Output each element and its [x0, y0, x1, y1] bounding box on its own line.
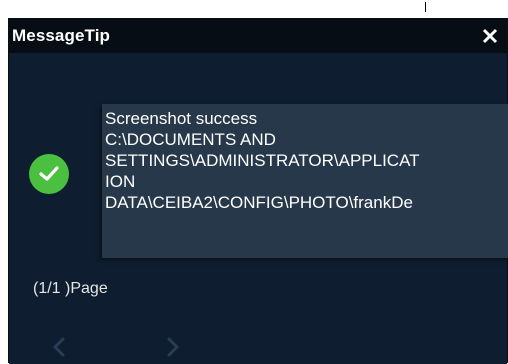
message-box: Screenshot success C:\DOCUMENTS AND SETT…	[102, 104, 508, 258]
message-text: Screenshot success C:\DOCUMENTS AND SETT…	[105, 108, 505, 213]
window-edge-mark	[425, 2, 426, 12]
close-button[interactable]	[473, 19, 507, 53]
page-indicator: (1/1 )Page	[33, 280, 108, 297]
close-icon	[482, 28, 498, 44]
dialog-content: Screenshot success C:\DOCUMENTS AND SETT…	[9, 53, 508, 364]
message-line: ION	[105, 172, 136, 191]
message-line: C:\DOCUMENTS AND	[105, 130, 276, 149]
next-page-button[interactable]	[161, 335, 185, 359]
success-status	[29, 154, 69, 194]
message-tip-dialog: MessageTip Screenshot success C:\DOCUMEN…	[8, 18, 508, 364]
chevron-right-icon	[167, 337, 179, 357]
title-bar: MessageTip	[9, 19, 507, 53]
message-line: Screenshot success	[105, 109, 258, 128]
chevron-left-icon	[53, 337, 65, 357]
message-line: SETTINGS\ADMINISTRATOR\APPLICAT	[105, 151, 420, 170]
previous-page-button[interactable]	[47, 335, 71, 359]
checkmark-icon	[39, 166, 59, 181]
dialog-title: MessageTip	[12, 26, 111, 45]
message-line: DATA\CEIBA2\CONFIG\PHOTO\frankDe	[105, 193, 413, 212]
